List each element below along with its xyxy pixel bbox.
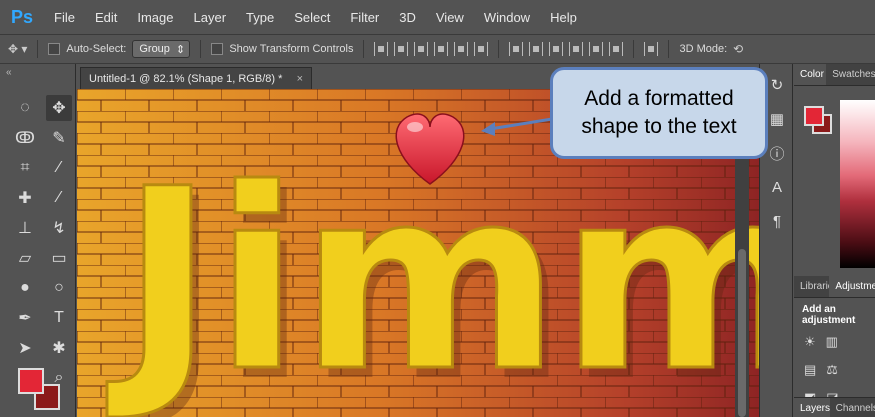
dodge-tool-icon[interactable]: ○ — [46, 275, 72, 301]
balance-icon[interactable]: ⚖ — [826, 362, 838, 378]
divider — [498, 40, 500, 58]
gradient-tool-icon[interactable]: ▭ — [46, 245, 72, 271]
pen-tool-icon[interactable]: ✒ — [12, 305, 38, 331]
callout-line-2: shape to the text — [581, 115, 737, 138]
eyedropper-tool-icon[interactable]: ⁄ — [46, 155, 72, 181]
tab-adjustments[interactable]: Adjustments — [829, 276, 875, 297]
move-tool-icon[interactable]: ✥ ▾ — [8, 42, 27, 56]
menu-file[interactable]: File — [44, 10, 85, 25]
annotation-callout: Add a formatted shape to the text — [550, 67, 768, 159]
menu-help[interactable]: Help — [540, 10, 587, 25]
divider — [200, 40, 202, 58]
adjustments-row-1: ☀ ▥ — [794, 328, 875, 356]
marquee-tool-icon[interactable]: ◌ — [12, 95, 38, 121]
auto-select-value: Group — [139, 43, 170, 55]
divider — [37, 40, 39, 58]
right-panels: Color Swatches Libraries Adjustments Add… — [794, 64, 875, 417]
layers-panel-tabs: Layers Channels — [794, 397, 875, 417]
tab-swatches[interactable]: Swatches — [826, 64, 875, 85]
move-tool-icon[interactable]: ✥ — [46, 95, 72, 121]
3d-rotate-icon[interactable]: ⟲ — [733, 42, 743, 56]
adjustments-panel-tabs: Libraries Adjustments — [794, 276, 875, 298]
path-select-tool-icon[interactable]: ➤ — [12, 335, 38, 361]
auto-align-icon[interactable] — [644, 42, 659, 56]
align-left-icon[interactable] — [434, 42, 449, 56]
3d-mode-label: 3D Mode: — [679, 43, 728, 55]
distribute-hcenter-icon[interactable] — [589, 42, 604, 56]
color-spectrum[interactable] — [840, 100, 875, 268]
color-panel — [794, 86, 875, 276]
document-tab[interactable]: Untitled-1 @ 82.1% (Shape 1, RGB/8) * × — [80, 67, 312, 89]
align-vcenter-icon[interactable] — [394, 42, 409, 56]
adjustments-heading: Add an adjustment — [802, 304, 856, 326]
distribute-left-icon[interactable] — [569, 42, 584, 56]
eraser-tool-icon[interactable]: ▱ — [12, 245, 38, 271]
adjustments-row-2: ▤ ⚖ — [794, 356, 875, 384]
stepper-icon: ⇕ — [175, 43, 186, 56]
auto-select-checkbox[interactable] — [48, 43, 61, 55]
character-panel-icon[interactable]: A — [763, 174, 791, 200]
callout-line-1: Add a formatted — [584, 87, 734, 110]
brush-tool-icon[interactable]: ∕ — [46, 185, 72, 211]
history-brush-tool-icon[interactable]: ↯ — [46, 215, 72, 241]
shape-tool-icon[interactable]: ✱ — [46, 335, 72, 361]
crop-tool-icon[interactable]: ⌗ — [12, 155, 38, 181]
collapse-icon[interactable]: « — [0, 64, 75, 81]
tools-panel: « ◌ ✥ ↂ ✎ ⌗ ⁄ ✚ ∕ ⊥ ↯ ▱ ▭ ● ○ ✒ T ➤ ✱ ✋ … — [0, 64, 76, 417]
levels-icon[interactable]: ▥ — [826, 334, 838, 350]
menu-layer[interactable]: Layer — [184, 10, 237, 25]
tab-channels[interactable]: Channels — [830, 398, 875, 417]
tab-libraries[interactable]: Libraries — [794, 276, 829, 297]
menu-image[interactable]: Image — [127, 10, 183, 25]
vibrance-icon[interactable]: ▤ — [804, 362, 816, 378]
auto-select-dropdown[interactable]: Group ⇕ — [132, 40, 191, 58]
menu-select[interactable]: Select — [284, 10, 340, 25]
menu-type[interactable]: Type — [236, 10, 284, 25]
distribute-right-icon[interactable] — [609, 42, 624, 56]
divider — [363, 40, 365, 58]
scroll-thumb[interactable] — [738, 249, 746, 417]
align-right-icon[interactable] — [474, 42, 489, 56]
distribute-vcenter-icon[interactable] — [529, 42, 544, 56]
brightness-icon[interactable]: ☀ — [804, 334, 816, 350]
lasso-tool-icon[interactable]: ↂ — [12, 125, 38, 151]
menu-filter[interactable]: Filter — [340, 10, 389, 25]
menu-window[interactable]: Window — [474, 10, 540, 25]
type-tool-icon[interactable]: T — [46, 305, 72, 331]
transform-controls-checkbox[interactable] — [211, 43, 224, 55]
blur-tool-icon[interactable]: ● — [12, 275, 38, 301]
divider — [633, 40, 635, 58]
divider — [668, 40, 670, 58]
distribute-bottom-icon[interactable] — [549, 42, 564, 56]
menu-3d[interactable]: 3D — [389, 10, 426, 25]
menu-edit[interactable]: Edit — [85, 10, 127, 25]
menu-bar: Ps File Edit Image Layer Type Select Fil… — [0, 0, 875, 34]
paragraph-panel-icon[interactable]: ¶ — [763, 208, 791, 234]
options-bar: ✥ ▾ Auto-Select: Group ⇕ Show Transform … — [0, 34, 875, 64]
auto-select-label: Auto-Select: — [66, 43, 127, 55]
align-bottom-icon[interactable] — [414, 42, 429, 56]
tab-layers[interactable]: Layers — [794, 398, 830, 417]
document-title: Untitled-1 @ 82.1% (Shape 1, RGB/8) * — [89, 72, 283, 85]
color-panel-tabs: Color Swatches — [794, 64, 875, 86]
stamp-tool-icon[interactable]: ⊥ — [12, 215, 38, 241]
align-hcenter-icon[interactable] — [454, 42, 469, 56]
tab-color[interactable]: Color — [794, 64, 827, 85]
app-logo: Ps — [10, 6, 34, 27]
quick-select-tool-icon[interactable]: ✎ — [46, 125, 72, 151]
healing-brush-tool-icon[interactable]: ✚ — [12, 185, 38, 211]
distribute-top-icon[interactable] — [509, 42, 524, 56]
menu-view[interactable]: View — [426, 10, 474, 25]
panel-foreground-swatch[interactable] — [804, 106, 824, 126]
align-top-icon[interactable] — [374, 42, 389, 56]
transform-controls-label: Show Transform Controls — [229, 43, 354, 55]
close-icon[interactable]: × — [297, 73, 303, 85]
foreground-color-swatch[interactable] — [18, 368, 44, 394]
